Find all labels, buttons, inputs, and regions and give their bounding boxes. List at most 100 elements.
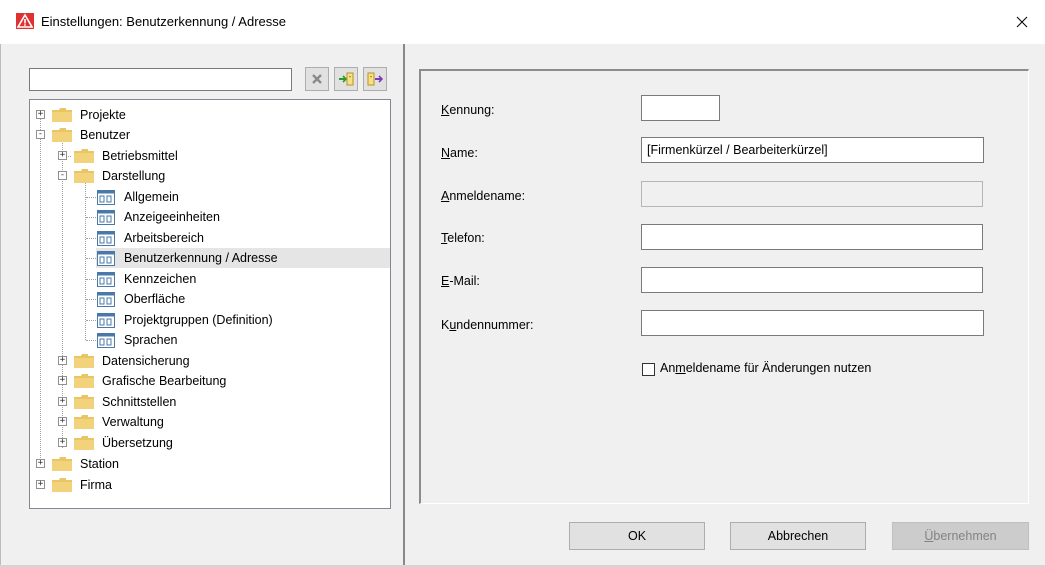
cancel-label: Abbrechen [767,529,829,543]
collapse-all-button[interactable] [363,67,387,91]
name-input[interactable] [641,137,984,163]
folder-icon [74,415,94,429]
folder-icon [52,128,72,142]
settings-page-icon [97,333,115,348]
tree-item-label: Projekte [80,108,126,122]
tree-item-label: Übersetzung [102,436,173,450]
tree-item-label: Projektgruppen (Definition) [124,313,273,327]
tree-item-oberflaeche[interactable]: Oberfläche [30,289,390,309]
expand-icon[interactable]: + [58,417,67,426]
collapse-icon[interactable]: - [36,130,45,139]
folder-icon [74,395,94,409]
field-label-kundennummer: Kundennummer: [441,318,534,332]
settings-page-icon [97,210,115,225]
tree-line [86,238,96,239]
tree-item-firma[interactable]: + Firma [30,475,390,495]
tree-item-label: Sprachen [124,333,178,347]
tree-item-arbeitsbereich[interactable]: Arbeitsbereich [30,228,390,248]
tree-item-darstellung[interactable]: - Darstellung [30,166,390,186]
expand-icon[interactable]: + [36,110,45,119]
clear-icon [312,74,322,84]
field-label-kennung: Kennung: [441,103,495,117]
tree-item-benutzer[interactable]: - Benutzer [30,125,390,145]
field-label-anmeldename: Anmeldename: [441,189,526,203]
clear-search-button[interactable] [305,67,329,91]
settings-page-icon [97,313,115,328]
tree-item-label: Benutzer [80,128,131,142]
tree-item-label: Firma [80,478,112,492]
folder-icon [52,457,72,471]
tree-item-projektgruppen[interactable]: Projektgruppen (Definition) [30,310,390,330]
tree-item-label: Datensicherung [102,354,190,368]
collapse-all-icon [367,72,383,86]
expand-icon[interactable]: + [58,356,67,365]
expand-all-icon [339,72,354,86]
expand-icon[interactable]: + [58,376,67,385]
tree-item-label: Grafische Bearbeitung [102,374,227,388]
tree-item-label: Arbeitsbereich [124,231,204,245]
tree-line [86,217,96,218]
tree-line [86,279,96,280]
settings-page-icon [97,292,115,307]
ok-button[interactable]: OK [569,522,705,550]
tree-item-datensicherung[interactable]: + Datensicherung [30,351,390,371]
settings-page-icon [97,231,115,246]
tree-item-sprachen[interactable]: Sprachen [30,330,390,350]
tree-item-kennzeichen[interactable]: Kennzeichen [30,269,390,289]
tree-item-grafische-bearbeitung[interactable]: + Grafische Bearbeitung [30,371,390,391]
anmeldename-checkbox[interactable] [642,363,655,376]
folder-icon [74,169,94,183]
tree-item-verwaltung[interactable]: + Verwaltung [30,412,390,432]
cancel-button[interactable]: Abbrechen [730,522,866,550]
expand-icon[interactable]: + [58,397,67,406]
tree-item-label: Verwaltung [102,415,164,429]
tree-item-projekte[interactable]: + Projekte [30,105,390,125]
settings-page-icon [97,251,115,266]
tree-item-betriebsmittel[interactable]: + Betriebsmittel [30,146,390,166]
expand-icon[interactable]: + [36,480,45,489]
field-label-telefon: Telefon: [441,231,485,245]
expand-icon[interactable]: + [36,459,45,468]
tree-item-label: Anzeigeeinheiten [124,210,220,224]
tree-item-allgemein[interactable]: Allgemein [30,187,390,207]
folder-icon [52,108,72,122]
tree-search-input[interactable] [29,68,292,91]
folder-icon [74,374,94,388]
tree-line [86,320,96,321]
tree-item-label: Benutzerkennung / Adresse [124,251,278,265]
tree-item-schnittstellen[interactable]: + Schnittstellen [30,392,390,412]
field-label-name: Name: [441,146,478,160]
checkbox-label[interactable]: Anmeldename für Änderungen nutzen [660,361,871,375]
tree-item-label: Kennzeichen [124,272,197,286]
tree-item-uebersetzung[interactable]: + Übersetzung [30,433,390,453]
apply-button: Übernehmen [892,522,1029,550]
folder-icon [74,354,94,368]
kennung-input[interactable] [641,95,720,121]
panel-splitter[interactable] [403,44,405,567]
collapse-icon[interactable]: - [58,171,67,180]
tree-item-label: Betriebsmittel [102,149,178,163]
kundennummer-input[interactable] [641,310,984,336]
expand-all-button[interactable] [334,67,358,91]
close-button[interactable] [999,0,1045,44]
title-bar: Einstellungen: Benutzerkennung / Adresse [0,0,1045,44]
tree-item-benutzerkennung-adresse[interactable]: Benutzerkennung / Adresse [96,248,390,268]
settings-tree[interactable]: + Projekte - Benutzer + Betriebsmittel -… [29,99,391,509]
tree-line [86,340,96,341]
tree-item-anzeigeeinheiten[interactable]: Anzeigeeinheiten [30,207,390,227]
apply-label: bernehmen [933,529,997,543]
tree-item-station[interactable]: + Station [30,454,390,474]
tree-line [86,197,96,198]
warning-triangle-icon [16,13,34,29]
email-input[interactable] [641,267,983,293]
tree-item-label: Station [80,457,119,471]
telefon-input[interactable] [641,224,983,250]
tree-item-label: Oberfläche [124,292,186,306]
close-icon [1016,16,1028,28]
expand-icon[interactable]: + [58,438,67,447]
field-label-email: E-Mail: [441,274,480,288]
window-left-edge [0,44,1,567]
tree-item-label: Allgemein [124,190,179,204]
expand-icon[interactable]: + [58,151,67,160]
anmeldename-input [641,181,983,207]
